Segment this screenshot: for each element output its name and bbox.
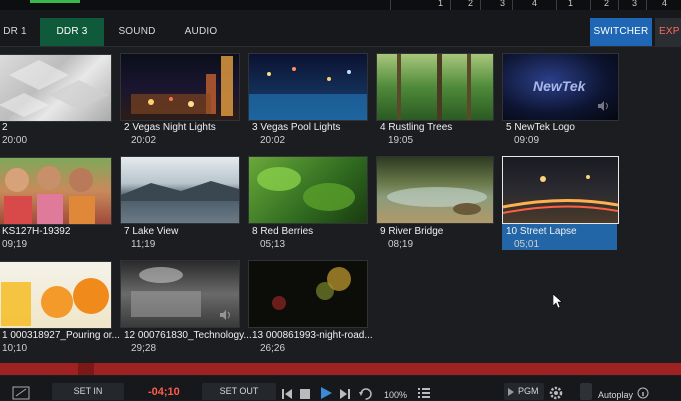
abstract-cubes-image — [0, 60, 109, 117]
ruler-divider — [512, 0, 513, 10]
list-icon[interactable] — [418, 387, 430, 399]
set-in-button[interactable]: SET IN — [52, 383, 124, 400]
tab-sound[interactable]: SOUND — [112, 18, 162, 46]
red-berries-image — [257, 167, 355, 211]
ruler-number: 4 — [662, 0, 668, 8]
newtek-logo-text: NewTek — [533, 78, 586, 94]
tab-switcher[interactable]: SWITCHER — [590, 18, 652, 46]
clip-title: 2 Vegas Night Lights — [124, 122, 216, 133]
pgm-button[interactable]: PGM — [504, 383, 544, 400]
ruler-divider — [480, 0, 481, 10]
clip-thumbnail-7[interactable] — [120, 156, 240, 224]
clip-thumbnail-3[interactable] — [248, 53, 368, 121]
tab-export[interactable]: EXP — [655, 18, 681, 46]
timecode-display: -04;10 — [148, 386, 180, 398]
children-image — [4, 166, 95, 224]
ruler-divider — [556, 0, 557, 10]
info-icon[interactable] — [637, 387, 649, 399]
clip-title: 10 Street Lapse — [506, 226, 577, 237]
caret-right-icon — [508, 388, 514, 396]
autoplay-label: Autoplay — [598, 390, 634, 400]
clip-title: 7 Lake View — [124, 226, 179, 237]
clip-thumbnail-9[interactable] — [376, 156, 494, 224]
play-icon[interactable] — [319, 386, 333, 400]
trim-icon[interactable] — [12, 386, 30, 400]
set-out-button[interactable]: SET OUT — [202, 383, 276, 400]
clip-duration: 29;28 — [131, 343, 157, 354]
ruler-number: 1 — [438, 0, 444, 8]
speaker-icon — [220, 310, 230, 320]
gear-icon[interactable] — [548, 385, 564, 401]
clip-duration: 05;13 — [260, 239, 286, 250]
clip-thumbnail-12[interactable] — [120, 260, 240, 328]
ruler-number: 4 — [532, 0, 538, 8]
clip-title: 3 Vegas Pool Lights — [252, 122, 341, 133]
clip-title: 13 000861993-night-road... — [252, 330, 373, 341]
clip-title: 8 Red Berries — [252, 226, 314, 237]
clip-title: 2 — [2, 122, 8, 133]
speaker-icon — [598, 101, 608, 111]
ruler-number: 1 — [568, 0, 574, 8]
clip-duration: 05;01 — [514, 239, 540, 250]
clip-duration: 09;19 — [2, 239, 28, 250]
clip-thumbnail-6[interactable] — [0, 157, 112, 225]
clip-duration: 08;19 — [388, 239, 414, 250]
stop-icon[interactable] — [299, 388, 311, 400]
scrub-playhead[interactable] — [78, 363, 94, 375]
playback-speed[interactable]: 100% — [384, 390, 407, 400]
ruler-divider — [390, 0, 391, 10]
clip-duration: 20:02 — [131, 135, 157, 146]
skip-back-icon[interactable] — [281, 388, 293, 400]
street-lapse-image — [503, 175, 618, 214]
clip-duration: 26;26 — [260, 343, 286, 354]
ruler-divider — [590, 0, 591, 10]
ruler-number: 3 — [632, 0, 638, 8]
clip-thumbnail-13[interactable] — [248, 260, 368, 328]
clip-thumbnail-8[interactable] — [248, 156, 368, 224]
mouse-pointer-icon — [553, 294, 563, 308]
autoplay-checkbox[interactable] — [580, 383, 592, 400]
clip-duration: 20:02 — [260, 135, 286, 146]
loop-icon[interactable] — [359, 387, 372, 400]
orange-juice-image — [1, 278, 109, 326]
clip-title: 1 000318927_Pouring or... — [2, 330, 120, 341]
tab-audio-mixer[interactable]: AUDIO MIXER — [168, 18, 234, 65]
vegas-pool-image — [249, 67, 367, 120]
clip-thumbnail-11[interactable] — [0, 261, 112, 329]
clip-thumbnail-2[interactable] — [120, 53, 240, 121]
river-bridge-image — [387, 187, 487, 215]
ruler-number: 3 — [500, 0, 506, 8]
ruler-number: 2 — [604, 0, 610, 8]
vegas-night-image — [131, 56, 233, 116]
ruler-active-marker — [30, 0, 80, 3]
ruler-number: 2 — [468, 0, 474, 8]
pgm-label: PGM — [518, 386, 539, 396]
ruler-divider — [646, 0, 647, 10]
clip-title: 9 River Bridge — [380, 226, 444, 237]
tab-ddr1[interactable]: DR 1 — [0, 18, 30, 46]
lake-view-image — [121, 181, 239, 201]
clip-thumbnail-10[interactable] — [502, 156, 619, 224]
clip-duration: 10;10 — [2, 343, 28, 354]
ruler-divider — [618, 0, 619, 10]
tab-ddr3[interactable]: DDR 3 — [40, 18, 104, 46]
rustling-trees-image — [397, 54, 471, 120]
clip-title: 4 Rustling Trees — [380, 122, 453, 133]
clip-title: 5 NewTek Logo — [506, 122, 575, 133]
clip-title: KS127H-19392 — [2, 226, 71, 237]
ruler-divider — [450, 0, 451, 10]
clip-duration: 09:09 — [514, 135, 540, 146]
clip-duration: 20:00 — [2, 135, 28, 146]
scrub-bar[interactable] — [0, 363, 681, 375]
clip-thumbnail-4[interactable] — [376, 53, 494, 121]
clip-duration: 19:05 — [388, 135, 414, 146]
tab-bar: DR 1 DDR 3 SOUND AUDIO MIXER SWITCHER EX… — [0, 10, 681, 65]
night-road-image — [272, 267, 351, 310]
clip-duration: 11;19 — [131, 239, 156, 250]
clip-thumbnail-5[interactable]: NewTek — [502, 53, 619, 121]
skip-forward-icon[interactable] — [339, 388, 351, 400]
clip-title: 12 000761830_Technology... — [124, 330, 252, 341]
clip-thumbnail-1[interactable] — [0, 54, 112, 122]
